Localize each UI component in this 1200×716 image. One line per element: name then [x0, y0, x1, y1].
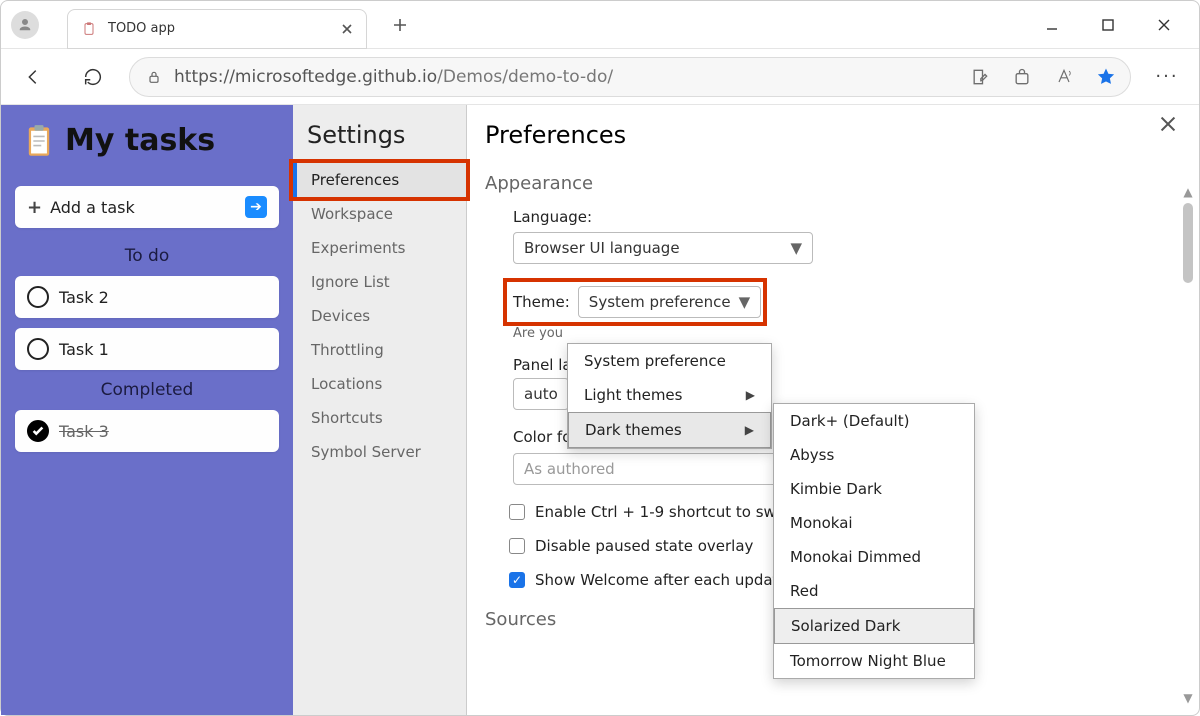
favorite-star-icon[interactable] — [1096, 67, 1116, 87]
settings-item-symbol-server[interactable]: Symbol Server — [293, 435, 466, 469]
task-item[interactable]: Task 2 — [15, 276, 279, 318]
task-circle-icon[interactable] — [27, 286, 49, 308]
dark-theme-option[interactable]: Monokai — [774, 506, 974, 540]
titlebar: TODO app — [1, 1, 1199, 49]
settings-item-experiments[interactable]: Experiments — [293, 231, 466, 265]
settings-item-workspace[interactable]: Workspace — [293, 197, 466, 231]
scroll-thumb[interactable] — [1183, 203, 1193, 283]
settings-item-ignore-list[interactable]: Ignore List — [293, 265, 466, 299]
submenu-arrow-icon: ▶ — [746, 388, 755, 402]
task-text: Task 1 — [59, 340, 109, 359]
panel-layout-select[interactable]: auto — [513, 378, 569, 410]
browser-toolbar: https://microsoftedge.github.io/Demos/de… — [1, 49, 1199, 105]
theme-select[interactable]: System preference▼ — [578, 286, 761, 318]
back-button[interactable] — [15, 59, 51, 95]
theme-label: Theme: — [513, 293, 570, 311]
plus-icon: + — [27, 197, 42, 218]
add-task-label: Add a task — [50, 198, 135, 217]
site-info-lock-icon[interactable] — [144, 69, 164, 85]
close-devtools-button[interactable] — [1159, 115, 1177, 137]
settings-item-throttling[interactable]: Throttling — [293, 333, 466, 367]
new-tab-button[interactable] — [385, 10, 415, 40]
clipboard-icon — [23, 124, 55, 158]
window-minimize-button[interactable] — [1037, 10, 1067, 40]
browser-menu-button[interactable]: ··· — [1149, 59, 1185, 95]
add-task-input[interactable]: + Add a task ➔ — [15, 186, 279, 228]
settings-heading: Settings — [293, 113, 466, 163]
settings-item-shortcuts[interactable]: Shortcuts — [293, 401, 466, 435]
reload-button[interactable] — [75, 59, 111, 95]
color-format-input[interactable]: As authored — [513, 453, 813, 485]
theme-dropdown-menu: System preference Light themes▶ Dark the… — [567, 343, 772, 449]
window-maximize-button[interactable] — [1093, 10, 1123, 40]
url-text: https://microsoftedge.github.io/Demos/de… — [174, 67, 613, 87]
settings-item-locations[interactable]: Locations — [293, 367, 466, 401]
checkbox-icon[interactable] — [509, 538, 525, 554]
language-label: Language: — [513, 208, 1199, 226]
address-bar[interactable]: https://microsoftedge.github.io/Demos/de… — [129, 57, 1131, 97]
task-text: Task 3 — [59, 422, 109, 441]
dark-theme-option[interactable]: Kimbie Dark — [774, 472, 974, 506]
browser-tab[interactable]: TODO app — [67, 9, 367, 49]
checkbox-checked-icon[interactable]: ✓ — [509, 572, 525, 588]
add-task-submit-button[interactable]: ➔ — [245, 196, 267, 218]
task-item-completed[interactable]: Task 3 — [15, 410, 279, 452]
preferences-title: Preferences — [485, 117, 1199, 167]
language-select[interactable]: Browser UI language ▼ — [513, 232, 813, 264]
theme-setting: Theme: System preference▼ — [507, 282, 763, 322]
scroll-up-icon[interactable]: ▲ — [1183, 185, 1192, 199]
task-item[interactable]: Task 1 — [15, 328, 279, 370]
settings-item-preferences[interactable]: Preferences — [293, 163, 466, 197]
settings-item-devices[interactable]: Devices — [293, 299, 466, 333]
theme-menu-item[interactable]: Dark themes▶ — [568, 412, 771, 448]
dark-themes-submenu: Dark+ (Default) Abyss Kimbie Dark Monoka… — [773, 403, 975, 679]
shopping-icon[interactable] — [1012, 67, 1032, 87]
completed-section-label: Completed — [13, 380, 281, 400]
dark-theme-option[interactable]: Monokai Dimmed — [774, 540, 974, 574]
caret-down-icon: ▼ — [790, 239, 802, 257]
read-aloud-icon[interactable] — [1054, 67, 1074, 87]
settings-sidebar: Settings Preferences Workspace Experimen… — [293, 105, 467, 715]
caret-down-icon: ▼ — [739, 293, 751, 311]
preferences-pane: Preferences Appearance Language: Browser… — [467, 105, 1199, 715]
theme-menu-item[interactable]: Light themes▶ — [568, 378, 771, 412]
todo-section-label: To do — [13, 246, 281, 266]
checkbox-icon[interactable] — [509, 504, 525, 520]
clipboard-favicon-icon — [80, 20, 98, 38]
window-close-button[interactable] — [1149, 10, 1179, 40]
scrollbar[interactable]: ▲ ▼ — [1181, 185, 1195, 705]
dark-theme-option[interactable]: Abyss — [774, 438, 974, 472]
theme-menu-item[interactable]: System preference — [568, 344, 771, 378]
tab-close-button[interactable] — [338, 20, 356, 38]
tasks-sidebar: My tasks + Add a task ➔ To do Task 2 Tas… — [1, 105, 293, 715]
theme-help-text: Are you — [513, 326, 1199, 341]
appearance-section-title: Appearance — [485, 173, 1199, 194]
task-check-icon[interactable] — [27, 420, 49, 442]
dark-theme-option[interactable]: Red — [774, 574, 974, 608]
tasks-title: My tasks — [65, 123, 215, 158]
task-text: Task 2 — [59, 288, 109, 307]
tab-title: TODO app — [108, 21, 338, 36]
task-circle-icon[interactable] — [27, 338, 49, 360]
dark-theme-option[interactable]: Dark+ (Default) — [774, 404, 974, 438]
dark-theme-option[interactable]: Solarized Dark — [774, 608, 974, 644]
profile-avatar[interactable] — [11, 11, 39, 39]
scroll-down-icon[interactable]: ▼ — [1183, 691, 1192, 705]
submenu-arrow-icon: ▶ — [745, 423, 754, 437]
dark-theme-option[interactable]: Tomorrow Night Blue — [774, 644, 974, 678]
edit-page-icon[interactable] — [970, 67, 990, 87]
